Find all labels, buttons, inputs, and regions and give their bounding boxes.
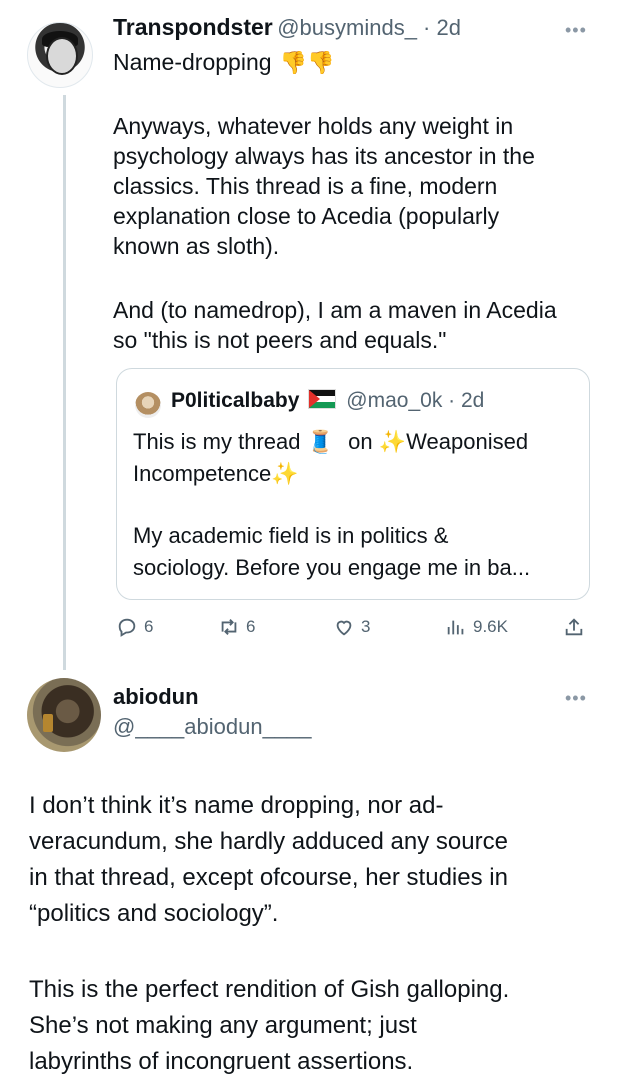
quoted-avatar[interactable] (135, 392, 161, 418)
handle-time[interactable]: @busyminds_ · 2d (277, 15, 461, 40)
quoted-paragraph-2: My academic field is in politics & socio… (133, 520, 530, 584)
tweet1-paragraph-1: Anyways, whatever holds any weight in ps… (113, 111, 535, 261)
tweet2-paragraph-2: This is the perfect rendition of Gish ga… (29, 972, 509, 1080)
quoted-display-name[interactable]: P0liticalbaby (171, 389, 299, 412)
text-line: She’s not making any argument; just (29, 1012, 417, 1039)
sparkles-icon: ✨ (378, 429, 407, 454)
share-button[interactable] (563, 616, 585, 638)
text-line: This is the perfect rendition of Gish ga… (29, 976, 510, 1003)
share-icon (565, 618, 583, 636)
text-line: psychology always has its ancestor in th… (113, 143, 535, 169)
quoted-handle-time[interactable]: @mao_0k · 2d (346, 389, 484, 412)
text-line: classics. This thread is a fine, modern (113, 173, 498, 199)
tweet1-line1: Name-dropping (113, 49, 272, 75)
text-line: My academic field is in politics & (133, 523, 449, 548)
thumbs-down-icon: 👎👎 (279, 50, 335, 75)
quoted-text-d: Incompetence (133, 461, 272, 486)
reply-icon (118, 618, 136, 637)
text-line: I don’t think it’s name dropping, nor ad… (29, 792, 444, 819)
text-line: sociology. Before you engage me in ba... (133, 555, 531, 580)
tweet2-paragraph-1: I don’t think it’s name dropping, nor ad… (29, 788, 508, 932)
heart-icon (336, 620, 352, 636)
quoted-line-1: This is my thread 🧵 on ✨Weaponised (133, 426, 528, 458)
avatar-abiodun[interactable] (27, 678, 101, 752)
reply-button[interactable]: 6 (116, 616, 153, 638)
tweet1-first-line: Name-dropping 👎👎 (113, 47, 335, 78)
quoted-text-b: on (348, 429, 373, 454)
text-line: veracundum, she hardly adduced any sourc… (29, 828, 508, 855)
retweet-count: 6 (246, 617, 256, 636)
views-chart-icon (447, 620, 464, 635)
handle[interactable]: @____abiodun____ (113, 714, 312, 740)
text-line: explanation close to Acedia (popularly (113, 203, 500, 229)
more-options-icon[interactable]: ••• (565, 20, 587, 41)
quoted-text-c: Weaponised (406, 429, 529, 454)
text-line: known as sloth). (113, 233, 280, 259)
reply-count: 6 (144, 617, 154, 636)
text-line: in that thread, except ofcourse, her stu… (29, 864, 508, 891)
text-line: Anyways, whatever holds any weight in (113, 113, 514, 139)
tweet1-header: Transpondster @busyminds_ · 2d (113, 14, 461, 41)
more-options-icon[interactable]: ••• (565, 688, 587, 709)
text-line: so "this is not peers and equals." (113, 327, 447, 353)
views-count: 9.6K (473, 617, 508, 636)
quoted-text-a: This is my thread (133, 429, 301, 454)
like-button[interactable]: 3 (333, 616, 370, 638)
display-name[interactable]: Transpondster (113, 14, 273, 40)
avatar-face-shape (46, 37, 78, 75)
spool-of-thread-icon: 🧵 (306, 429, 335, 454)
text-line: labyrinths of incongruent assertions. (29, 1048, 414, 1075)
avatar-transpondster[interactable] (27, 22, 93, 88)
display-name[interactable]: abiodun (113, 684, 312, 710)
sparkles-icon: ✨ (271, 461, 299, 486)
text-line: And (to namedrop), I am a maven in Acedi… (113, 297, 557, 323)
retweet-icon (221, 619, 237, 635)
text-line: “politics and sociology”. (29, 900, 279, 927)
avatar-glass-shape (43, 714, 53, 732)
palestine-flag-icon (307, 389, 336, 409)
thread-connector-line (63, 95, 66, 670)
tweet2-header: abiodun @____abiodun____ (113, 684, 312, 740)
like-count: 3 (361, 617, 371, 636)
views-button[interactable]: 9.6K (445, 616, 508, 638)
quoted-header: P0liticalbaby @mao_0k · 2d (171, 389, 484, 413)
quoted-line-2: Incompetence✨ (133, 458, 299, 490)
retweet-button[interactable]: 6 (218, 616, 255, 638)
tweet1-paragraph-2: And (to namedrop), I am a maven in Acedi… (113, 295, 557, 355)
